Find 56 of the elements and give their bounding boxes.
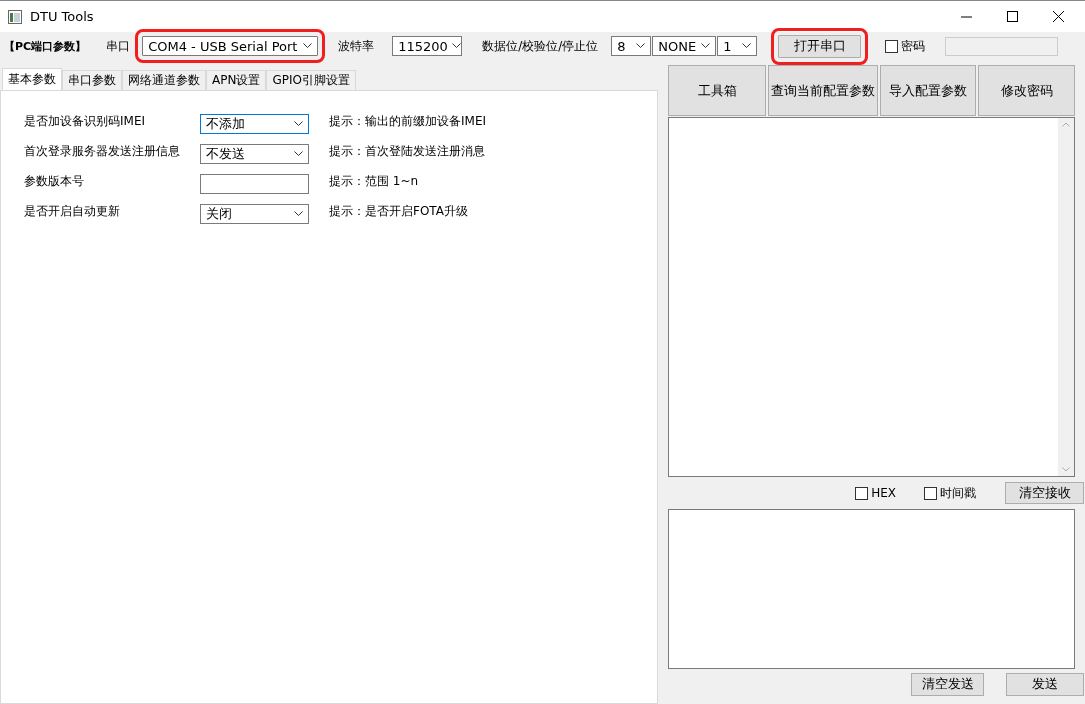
section-label: 【PC端口参数】	[4, 38, 87, 54]
action-button[interactable]: 导入配置参数	[880, 65, 976, 116]
hint-text: 提示：输出的前缀加设备IMEI	[329, 112, 486, 130]
action-button[interactable]: 修改密码	[978, 65, 1075, 116]
checkbox[interactable]: HEX	[855, 486, 896, 500]
chevron-down-icon	[303, 43, 313, 49]
chevron-down-icon	[294, 211, 303, 217]
parity-select[interactable]: NONE	[652, 36, 717, 56]
param-label: 是否开启自动更新	[24, 202, 121, 220]
checkbox-label: 时间戳	[940, 484, 976, 502]
scroll-down-icon[interactable]	[1062, 467, 1070, 472]
chevron-down-icon	[451, 43, 461, 49]
hint-text: 提示：范围 1~n	[329, 172, 419, 190]
checkbox[interactable]: 时间戳	[924, 484, 976, 502]
input-field[interactable]	[200, 174, 309, 194]
hint-text: 提示：首次登陆发送注册消息	[329, 142, 485, 160]
stop-bits-select[interactable]: 1	[717, 36, 758, 56]
chevron-down-icon	[294, 151, 303, 157]
checkbox[interactable]: 密码	[885, 37, 926, 55]
param-label: 是否加设备识别码IMEI	[24, 112, 146, 130]
tab[interactable]: GPIO引脚设置	[266, 70, 356, 90]
param-label: 首次登录服务器发送注册信息	[24, 142, 181, 160]
close-icon[interactable]	[1052, 11, 1064, 22]
window-title: DTU Tools	[30, 9, 94, 24]
password-field[interactable]	[945, 36, 1059, 56]
chevron-down-icon	[742, 43, 752, 49]
clear-send-button[interactable]: 清空发送	[911, 672, 984, 696]
app-window-icon	[8, 9, 22, 24]
tab[interactable]: 网络通道参数	[122, 70, 206, 90]
baud-label: 波特率	[338, 37, 375, 55]
tab[interactable]: 基本参数	[2, 68, 62, 90]
chevron-down-icon	[701, 43, 711, 49]
param-select[interactable]: 关闭	[200, 204, 309, 224]
tab[interactable]: APN设置	[206, 70, 267, 90]
param-select[interactable]: 不发送	[200, 144, 309, 164]
chevron-down-icon	[294, 121, 303, 127]
checkbox-label: HEX	[871, 486, 896, 500]
data-bits-select[interactable]: 8	[611, 36, 652, 56]
port-label: 串口	[106, 37, 131, 55]
send-button[interactable]: 发送	[1006, 672, 1084, 696]
action-button[interactable]: 工具箱	[668, 65, 766, 116]
param-label: 参数版本号	[24, 172, 85, 190]
scrollbar[interactable]	[1058, 118, 1074, 476]
hint-text: 提示：是否开启FOTA升级	[329, 202, 468, 220]
frame-label: 数据位/校验位/停止位	[482, 37, 599, 55]
receive-area[interactable]	[668, 117, 1075, 477]
tab[interactable]: 串口参数	[62, 70, 122, 90]
param-select[interactable]: 不添加	[200, 114, 309, 134]
minimize-icon[interactable]	[960, 15, 972, 18]
action-button[interactable]: 查询当前配置参数	[768, 65, 878, 116]
baud-select[interactable]: 115200	[392, 36, 463, 56]
maximize-icon[interactable]	[1006, 11, 1018, 22]
checkbox-label: 密码	[901, 37, 926, 55]
scroll-up-icon[interactable]	[1062, 122, 1070, 127]
clear-receive-button[interactable]: 清空接收	[1005, 482, 1084, 504]
chevron-down-icon	[636, 43, 646, 49]
